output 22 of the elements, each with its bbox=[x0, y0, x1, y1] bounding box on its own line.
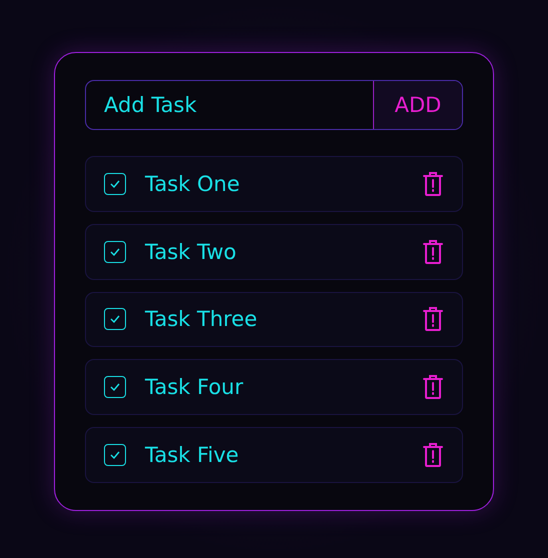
task-label: Task Three bbox=[145, 307, 258, 332]
checkbox[interactable] bbox=[104, 308, 126, 330]
checkbox[interactable] bbox=[104, 444, 126, 466]
check-icon bbox=[109, 178, 121, 189]
checkbox[interactable] bbox=[104, 172, 126, 195]
trash-icon[interactable] bbox=[422, 374, 444, 400]
trash-icon[interactable] bbox=[422, 170, 444, 197]
add-button[interactable]: ADD bbox=[373, 81, 462, 129]
check-icon bbox=[109, 246, 121, 257]
check-icon bbox=[109, 314, 121, 324]
task-label: Task One bbox=[145, 172, 241, 196]
task-label: Task Four bbox=[145, 375, 244, 400]
trash-icon[interactable] bbox=[422, 238, 444, 265]
add-task-field[interactable]: Add Task ADD bbox=[85, 80, 463, 130]
trash-icon[interactable] bbox=[422, 306, 444, 332]
check-icon bbox=[109, 382, 121, 392]
checkbox[interactable] bbox=[104, 376, 126, 398]
trash-icon[interactable] bbox=[422, 442, 444, 468]
checkbox[interactable] bbox=[104, 240, 126, 263]
check-icon bbox=[109, 450, 121, 460]
task-label: Task Five bbox=[145, 443, 240, 468]
task-label: Task Two bbox=[145, 240, 238, 264]
